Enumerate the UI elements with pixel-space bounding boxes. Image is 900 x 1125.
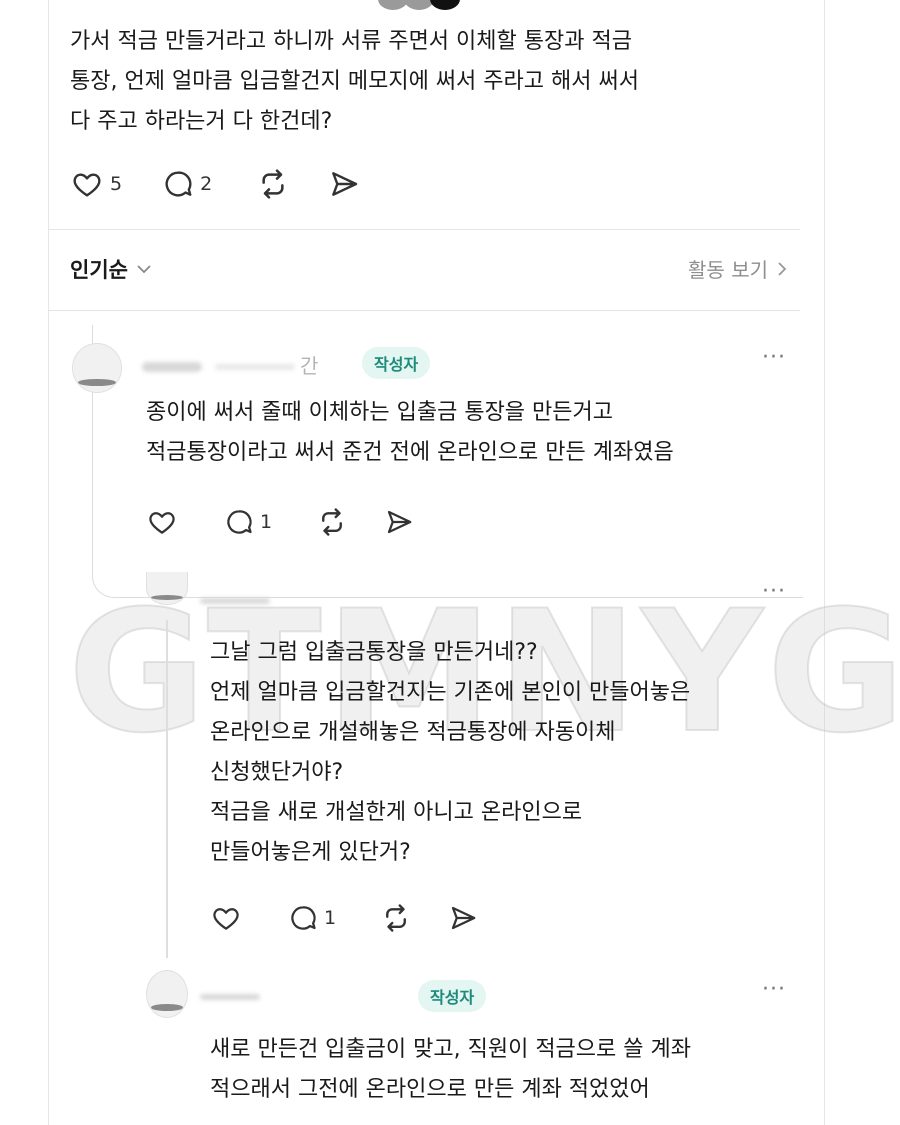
comment-line: 새로 만든건 입출금이 맞고, 직원이 적금으로 쓸 계좌	[210, 1037, 691, 1062]
top-avatar-stack	[378, 0, 460, 10]
reply-count: 1	[260, 511, 273, 533]
reply-icon	[227, 510, 252, 534]
share-icon	[332, 172, 358, 196]
reply-button[interactable]: 1	[288, 903, 336, 933]
avatar	[72, 343, 122, 393]
comment-line: 온라인으로 개설해놓은 적금통장에 자동이체	[210, 720, 616, 745]
share-icon	[451, 906, 476, 930]
comment-line: 적으래서 그전에 온라인으로 만든 계좌 적었었어	[210, 1077, 650, 1102]
share-button[interactable]	[328, 168, 360, 200]
reply-button[interactable]: 2	[162, 168, 212, 200]
post-line: 가서 적금 만들거라고 하니까 서류 주면서 이체할 통장과 적금	[70, 29, 632, 54]
username-redacted	[215, 364, 295, 370]
like-button[interactable]: 5	[70, 168, 122, 200]
chevron-right-icon	[778, 261, 787, 276]
post-line: 통장, 언제 얼마큼 입금할건지 메모지에 써서 주라고 해서 써서	[70, 69, 639, 94]
author-badge: 작성자	[362, 347, 431, 379]
timestamp-fragment: 간	[300, 354, 319, 378]
comment-body: 종이에 써서 줄때 이체하는 입출금 통장을 만든거고 적금통장이라고 써서 준…	[146, 393, 674, 473]
reply-button[interactable]: 1	[224, 507, 272, 537]
comment-line: 언제 얼마큼 입금할건지는 기존에 본인이 만들어놓은	[210, 680, 691, 705]
reply-icon	[291, 906, 316, 930]
activity-link[interactable]: 활동 보기	[688, 254, 788, 283]
reply-count: 2	[200, 173, 213, 195]
avatar	[430, 0, 460, 10]
activity-label: 활동 보기	[688, 258, 768, 282]
author-badge: 작성자	[418, 980, 487, 1012]
comment-line: 그날 그럼 입출금통장을 만든거네??	[210, 640, 538, 665]
like-button[interactable]	[146, 507, 178, 537]
reply-icon	[165, 171, 192, 197]
comment-line: 만들어놓은게 있단거?	[210, 840, 411, 865]
more-icon[interactable]: ···	[762, 347, 786, 369]
comment-line: 적금을 새로 개설한게 아니고 온라인으로	[210, 800, 583, 825]
thread-line	[166, 620, 168, 958]
share-button[interactable]	[384, 507, 414, 537]
comment-actions: 1	[210, 903, 478, 933]
username-redacted	[200, 994, 260, 1000]
repost-button[interactable]	[256, 168, 290, 200]
comment-line: 신청했단거야?	[210, 760, 344, 785]
more-icon[interactable]: ···	[762, 979, 786, 1001]
sort-label: 인기순	[70, 258, 128, 282]
repost-icon	[322, 508, 343, 536]
more-icon[interactable]: ···	[762, 581, 786, 603]
like-button[interactable]	[210, 903, 242, 933]
avatar	[146, 970, 188, 1018]
heart-icon	[149, 512, 175, 534]
repost-button[interactable]	[380, 903, 412, 933]
divider	[48, 310, 800, 311]
sort-dropdown[interactable]: 인기순	[70, 254, 152, 284]
chevron-down-icon	[137, 265, 151, 274]
heart-icon	[213, 908, 239, 930]
share-icon	[387, 510, 412, 534]
repost-icon	[262, 169, 284, 199]
divider	[48, 229, 800, 230]
repost-button[interactable]	[316, 507, 348, 537]
heart-icon	[73, 173, 101, 197]
comment-body: 새로 만든건 입출금이 맞고, 직원이 적금으로 쓸 계좌 적으래서 그전에 온…	[210, 1030, 691, 1110]
like-count: 5	[110, 173, 123, 195]
comment-line: 적금통장이라고 써서 준건 전에 온라인으로 만든 계좌였음	[146, 440, 674, 465]
comment-line: 종이에 써서 줄때 이체하는 입출금 통장을 만든거고	[146, 400, 614, 425]
post-body: 가서 적금 만들거라고 하니까 서류 주면서 이체할 통장과 적금 통장, 언제…	[70, 22, 790, 142]
share-button[interactable]	[448, 903, 478, 933]
avatar	[146, 572, 188, 605]
post-actions: 5 2	[70, 168, 360, 200]
comment-body: 그날 그럼 입출금통장을 만든거네?? 언제 얼마큼 입금할건지는 기존에 본인…	[210, 633, 690, 873]
reply-count: 1	[324, 907, 337, 929]
post-line: 다 주고 하라는거 다 한건데?	[70, 109, 333, 134]
username-redacted	[142, 362, 202, 372]
repost-icon	[386, 904, 407, 932]
comment-actions: 1	[146, 507, 414, 537]
username-redacted	[200, 598, 270, 604]
